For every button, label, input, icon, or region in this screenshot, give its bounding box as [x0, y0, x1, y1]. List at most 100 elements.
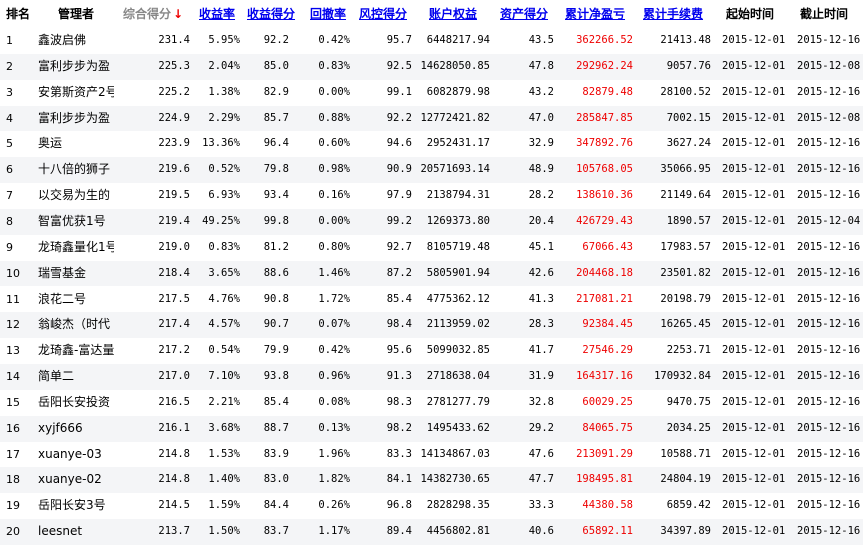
header-composite-score[interactable]: 综合得分 ↓: [123, 0, 183, 28]
cell-equity: 1269373.80: [426, 214, 490, 227]
cell-drawdown: 0.80%: [318, 240, 350, 253]
cell-equity: 2952431.17: [426, 137, 490, 150]
cell-return-score: 79.9: [263, 344, 289, 357]
cell-return-rate: 1.53%: [208, 447, 240, 460]
cell-risk-score: 91.3: [386, 370, 412, 383]
cell-asset-score: 41.3: [528, 292, 554, 305]
table-row: 13 龙琦鑫-富达量 217.2 0.54% 79.9 0.42% 95.6 5099032.…: [0, 338, 863, 364]
table-row: 1 鑫波启佛 231.4 5.95% 92.2 0.42% 95.7 6448217.94 43…: [0, 28, 863, 54]
cell-return-rate: 49.25%: [202, 214, 240, 227]
cell-equity: 4456802.81: [426, 525, 490, 538]
cell-asset-score: 47.8: [528, 59, 554, 72]
cell-drawdown: 1.82%: [318, 473, 350, 486]
header-equity[interactable]: 账户权益: [429, 0, 477, 28]
cell-return-rate: 2.04%: [208, 59, 240, 72]
cell-drawdown: 0.98%: [318, 163, 350, 176]
cell-return-rate: 1.59%: [208, 499, 240, 512]
cell-return-score: 90.8: [263, 292, 289, 305]
cell-composite-score: 225.2: [158, 85, 190, 98]
cell-composite-score: 219.0: [158, 240, 190, 253]
cell-drawdown: 1.17%: [318, 525, 350, 538]
cell-return-rate: 2.29%: [208, 111, 240, 124]
cell-return-score: 81.2: [263, 240, 289, 253]
cell-return-score: 99.8: [263, 214, 289, 227]
cell-return-score: 88.6: [263, 266, 289, 279]
cell-risk-score: 92.7: [386, 240, 412, 253]
cell-fees: 10588.71: [660, 447, 711, 460]
table-row: 2 富利步步为盈 225.3 2.04% 85.0 0.83% 92.5 14628050.8…: [0, 53, 863, 80]
table-header: 排名 管理者 综合得分 ↓ 收益率 收益得分 回撤率 风控得分 账户权益 资产得分…: [0, 0, 863, 28]
cell-asset-score: 47.7: [528, 473, 554, 486]
cell-net-pnl: 60029.25: [582, 395, 633, 408]
cell-manager: 翁峻杰（时代: [38, 317, 111, 332]
table-row: 11 浪花二号 217.5 4.76% 90.8 1.72% 85.4 4775362.12 4…: [0, 287, 863, 313]
cell-return-score: 84.4: [263, 499, 289, 512]
header-fees[interactable]: 累计手续费: [643, 0, 703, 28]
header-asset-score[interactable]: 资产得分: [500, 0, 548, 28]
cell-risk-score: 99.2: [386, 214, 412, 227]
cell-net-pnl: 65892.11: [582, 525, 633, 538]
cell-fees: 7002.15: [666, 111, 711, 124]
cell-manager: xyjf666: [38, 420, 83, 435]
table-row: 8 智富优获1号 219.4 49.25% 99.8 0.00% 99.2 1269373.8…: [0, 208, 863, 235]
table-row: 4 富利步步为盈 224.9 2.29% 85.7 0.88% 92.2 12772421.8…: [0, 105, 863, 132]
cell-fees: 28100.52: [660, 85, 711, 98]
cell-net-pnl: 105768.05: [576, 163, 633, 176]
cell-composite-score: 217.2: [158, 344, 190, 357]
cell-net-pnl: 82879.48: [582, 85, 633, 98]
cell-end-time: 2015-12-16: [797, 499, 861, 512]
cell-net-pnl: 217081.21: [576, 292, 633, 305]
cell-end-time: 2015-12-16: [797, 85, 861, 98]
cell-equity: 2718638.04: [426, 370, 490, 383]
header-return-score[interactable]: 收益得分: [247, 0, 295, 28]
cell-composite-score: 219.6: [158, 163, 190, 176]
cell-manager: 龙琦鑫-富达量: [38, 343, 114, 358]
cell-asset-score: 33.3: [528, 499, 554, 512]
cell-return-score: 83.0: [263, 473, 289, 486]
cell-asset-score: 42.6: [528, 266, 554, 279]
cell-fees: 1890.57: [666, 214, 711, 227]
cell-return-rate: 1.38%: [208, 85, 240, 98]
cell-net-pnl: 198495.81: [576, 473, 633, 486]
table-row: 16 xyjf666 216.1 3.68% 88.7 0.13% 98.2 1495433.…: [0, 415, 863, 442]
header-net-pnl[interactable]: 累计净盈亏: [565, 0, 625, 28]
cell-net-pnl: 292962.24: [576, 59, 633, 72]
cell-start-time: 2015-12-01: [722, 240, 786, 253]
cell-equity: 4775362.12: [426, 292, 490, 305]
cell-drawdown: 0.60%: [318, 137, 350, 150]
cell-start-time: 2015-12-01: [722, 344, 786, 357]
cell-net-pnl: 213091.29: [576, 447, 633, 460]
header-risk-score[interactable]: 风控得分: [359, 0, 407, 28]
cell-asset-score: 28.3: [528, 318, 554, 331]
cell-return-rate: 1.50%: [208, 525, 240, 538]
cell-fees: 170932.84: [654, 370, 711, 383]
cell-end-time: 2015-12-16: [797, 344, 861, 357]
cell-manager: 龙琦鑫量化1号: [38, 239, 114, 254]
cell-start-time: 2015-12-01: [722, 318, 786, 331]
cell-risk-score: 92.5: [386, 59, 412, 72]
cell-equity: 6448217.94: [426, 34, 490, 46]
cell-asset-score: 20.4: [528, 214, 554, 227]
cell-net-pnl: 285847.85: [576, 111, 633, 124]
header-return-rate[interactable]: 收益率: [199, 0, 235, 28]
cell-risk-score: 96.8: [386, 499, 412, 512]
cell-return-score: 90.7: [263, 318, 289, 331]
cell-return-score: 79.8: [263, 163, 289, 176]
cell-manager: 浪花二号: [38, 291, 87, 306]
cell-composite-score: 225.3: [158, 59, 190, 72]
cell-return-score: 96.4: [263, 137, 289, 150]
cell-start-time: 2015-12-01: [722, 189, 786, 202]
cell-fees: 21413.48: [660, 34, 711, 46]
cell-return-score: 93.4: [263, 189, 289, 202]
cell-net-pnl: 426729.43: [576, 214, 633, 227]
header-drawdown[interactable]: 回撤率: [310, 0, 346, 28]
cell-composite-score: 214.8: [158, 447, 190, 460]
cell-start-time: 2015-12-01: [722, 266, 786, 279]
cell-end-time: 2015-12-16: [797, 240, 861, 253]
cell-end-time: 2015-12-16: [797, 266, 861, 279]
cell-return-rate: 3.68%: [208, 421, 240, 434]
cell-fees: 21149.64: [660, 189, 711, 202]
cell-net-pnl: 204468.18: [576, 266, 633, 279]
cell-end-time: 2015-12-16: [797, 370, 861, 383]
cell-equity: 8105719.48: [426, 240, 490, 253]
